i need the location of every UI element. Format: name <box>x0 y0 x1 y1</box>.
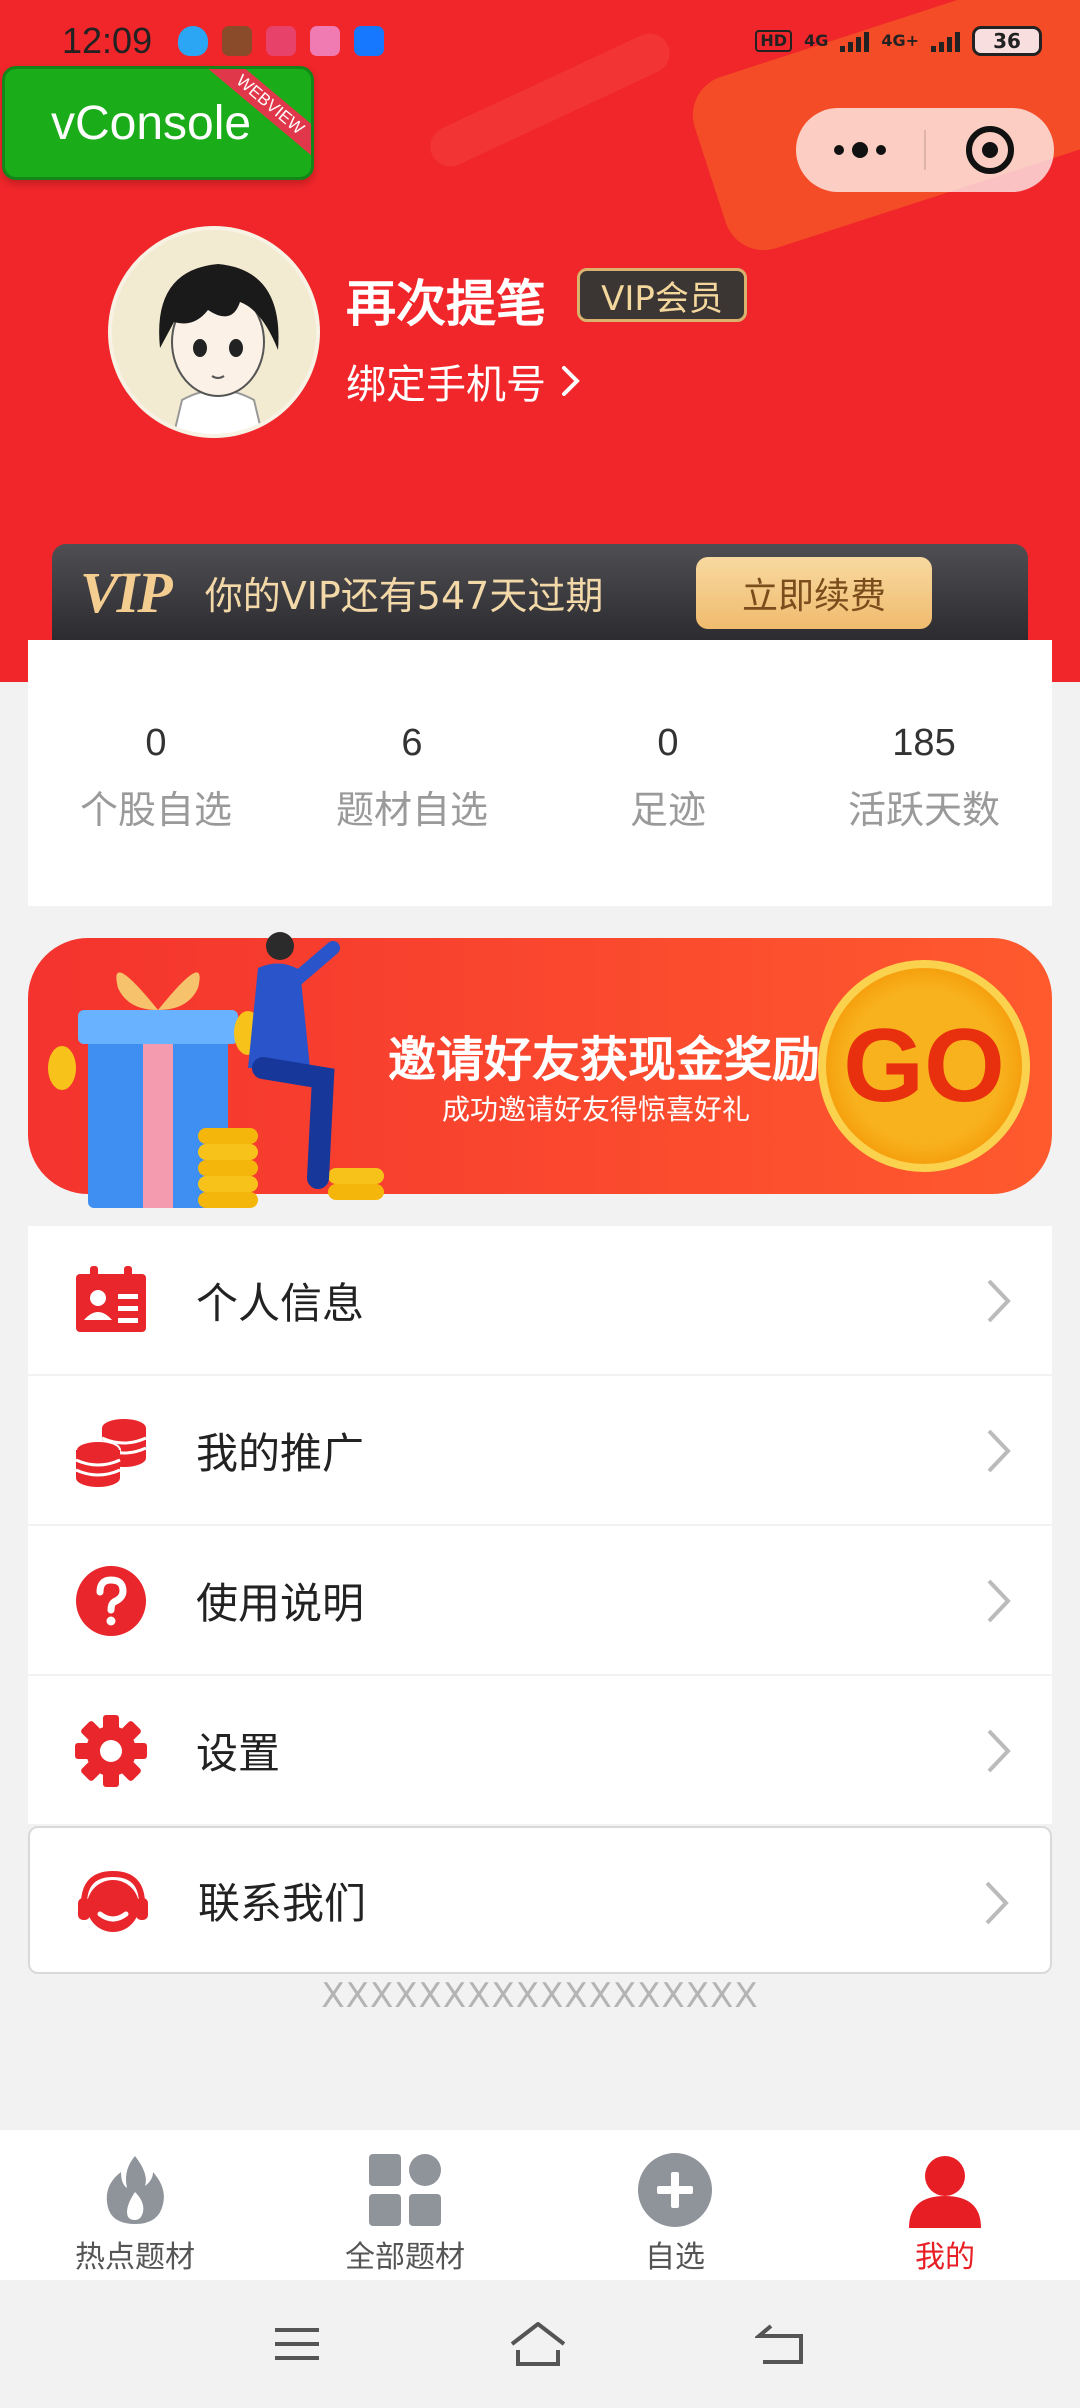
anime-avatar-image <box>112 230 316 434</box>
game-icon <box>222 26 253 56</box>
chevron-right-icon <box>987 1579 1011 1623</box>
menu-item-contact-us[interactable]: 联系我们 <box>28 1826 1052 1974</box>
tab-label: 我的 <box>915 2240 975 2275</box>
gear-icon <box>75 1715 147 1787</box>
close-miniprogram-button[interactable] <box>926 126 1054 174</box>
banner-subtitle: 成功邀请好友得惊喜好礼 <box>442 1093 751 1126</box>
menu-label: 使用说明 <box>196 1578 365 1628</box>
status-time: 12:09 <box>62 20 153 61</box>
stat-value: 0 <box>657 722 679 764</box>
go-button[interactable]: GO <box>818 960 1030 1172</box>
signal-icon <box>931 30 960 52</box>
vconsole-button[interactable]: vConsole WEBVIEW <box>2 66 314 180</box>
stat-label: 题材自选 <box>335 788 488 832</box>
vconsole-label: vConsole <box>51 96 252 150</box>
id-card-icon <box>76 1266 146 1332</box>
menu-label: 个人信息 <box>196 1278 365 1328</box>
system-navigation-bar <box>0 2280 1080 2408</box>
chevron-right-icon <box>987 1279 1011 1323</box>
bind-phone-link[interactable]: 绑定手机号 <box>346 352 582 410</box>
network-label: 4G <box>804 31 829 50</box>
invite-friends-banner[interactable]: 邀请好友获现金奖励 成功邀请好友得惊喜好礼 GO <box>28 932 1052 1208</box>
vip-member-badge: VIP会员 <box>577 268 747 322</box>
battery-icon: 36 <box>972 26 1042 56</box>
signal-icon <box>840 30 870 52</box>
username: 再次提笔 <box>346 275 546 333</box>
chevron-right-icon <box>987 1729 1011 1773</box>
user-icon <box>909 2156 981 2228</box>
stat-label: 个股自选 <box>79 788 232 832</box>
alipay-icon <box>354 26 385 56</box>
bind-phone-label: 绑定手机号 <box>346 362 546 408</box>
menu-item-my-promotion[interactable]: 我的推广 <box>28 1376 1052 1524</box>
stat-value: 185 <box>892 722 956 764</box>
stat-label: 足迹 <box>629 788 706 832</box>
network-label: 4G+ <box>881 31 919 50</box>
tab-watchlist[interactable]: 自选 <box>540 2130 810 2280</box>
notification-icons <box>178 26 385 56</box>
hd-icon: HD <box>755 30 793 52</box>
banner-title: 邀请好友获现金奖励 <box>388 1032 821 1088</box>
chevron-right-icon <box>562 366 580 396</box>
vip-logo: VIP <box>80 559 173 625</box>
home-icon[interactable] <box>508 2320 568 2368</box>
headset-icon <box>78 1870 148 1932</box>
grid-icon <box>369 2154 441 2226</box>
chevron-right-icon <box>985 1881 1009 1925</box>
vip-expiry-bar: VIP 你的VIP还有547天过期 立即续费 <box>52 544 1028 640</box>
target-icon <box>966 126 1014 174</box>
menu-icon[interactable] <box>273 2324 321 2364</box>
flame-icon <box>106 2156 164 2224</box>
bottom-tab-bar: 热点题材 全部题材 自选 我的 <box>0 2130 1080 2280</box>
question-icon <box>76 1566 146 1636</box>
menu-label: 设置 <box>196 1728 281 1778</box>
menu-item-instructions[interactable]: 使用说明 <box>28 1526 1052 1674</box>
stats-panel: 0 个股自选 6 题材自选 0 足迹 185 活跃天数 <box>28 640 1052 906</box>
tab-label: 自选 <box>645 2240 705 2275</box>
back-icon[interactable] <box>754 2322 807 2366</box>
vip-expiry-text: 你的VIP还有547天过期 <box>204 573 604 618</box>
stat-footprint[interactable]: 0 足迹 <box>540 722 796 906</box>
chevron-right-icon <box>987 1429 1011 1473</box>
stat-value: 0 <box>145 722 167 764</box>
pink-app-icon <box>310 26 341 56</box>
tab-hot-topics[interactable]: 热点题材 <box>0 2130 270 2280</box>
menu-item-settings[interactable]: 设置 <box>28 1676 1052 1824</box>
stat-stock-watchlist[interactable]: 0 个股自选 <box>28 722 284 906</box>
heart-app-icon <box>266 26 297 56</box>
menu-label: 联系我们 <box>198 1878 367 1928</box>
miniprogram-capsule <box>796 108 1054 192</box>
avatar[interactable] <box>108 226 320 438</box>
plus-circle-icon <box>638 2153 712 2227</box>
tab-label: 热点题材 <box>75 2240 195 2275</box>
menu-list: 个人信息 我的推广 使用说明 设置 联系我们 <box>28 1226 1052 1976</box>
renew-button[interactable]: 立即续费 <box>696 557 932 629</box>
gift-illustration <box>48 932 384 1208</box>
qq-icon <box>178 26 209 56</box>
tab-label: 全部题材 <box>345 2240 465 2275</box>
footer-text: XXXXXXXXXXXXXXXXXX <box>321 1976 759 2016</box>
stat-active-days[interactable]: 185 活跃天数 <box>796 722 1052 906</box>
coins-stack-icon <box>75 1419 147 1487</box>
stat-label: 活跃天数 <box>847 788 1000 832</box>
stat-value: 6 <box>401 722 423 764</box>
tab-all-topics[interactable]: 全部题材 <box>270 2130 540 2280</box>
tab-mine[interactable]: 我的 <box>810 2130 1080 2280</box>
stat-topic-watchlist[interactable]: 6 题材自选 <box>284 722 540 906</box>
menu-item-personal-info[interactable]: 个人信息 <box>28 1226 1052 1374</box>
more-button[interactable] <box>796 142 924 158</box>
menu-label: 我的推广 <box>196 1428 365 1478</box>
